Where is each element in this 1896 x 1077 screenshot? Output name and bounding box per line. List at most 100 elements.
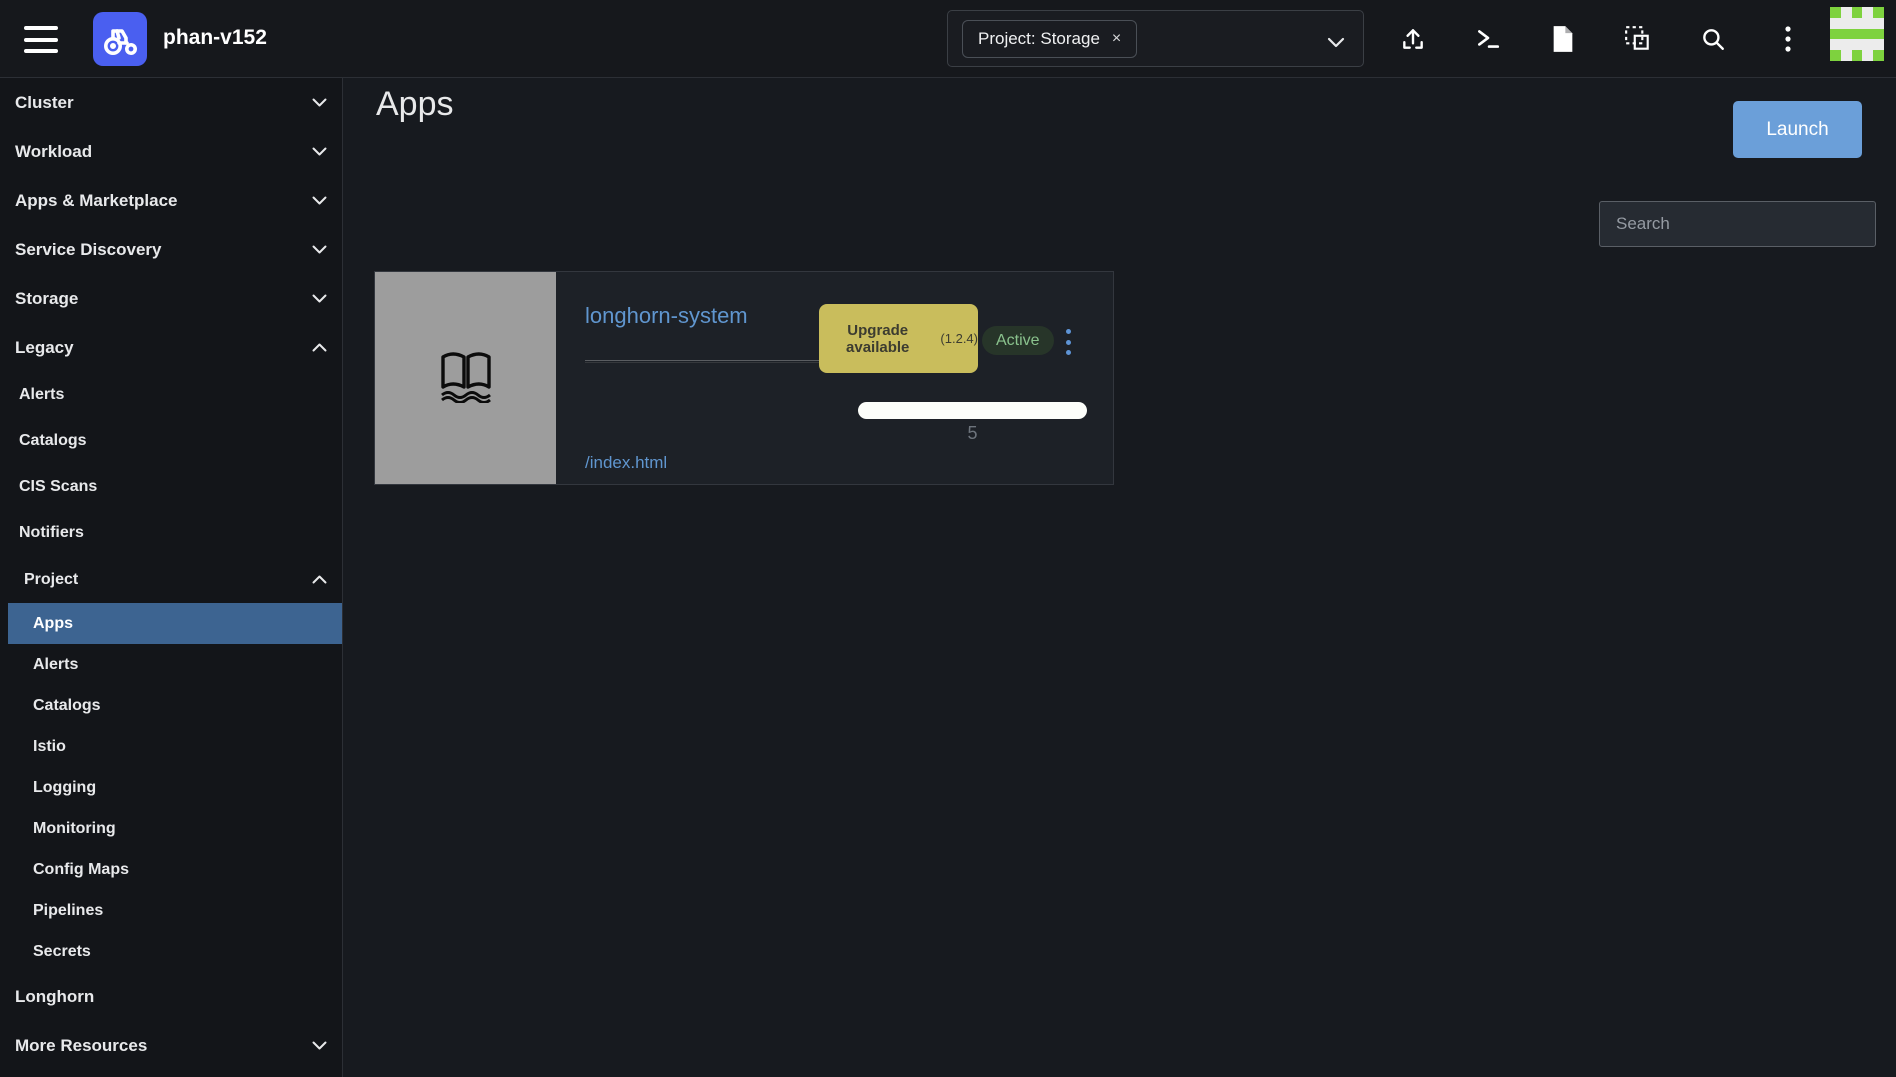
avatar-cell <box>1862 39 1873 50</box>
sidebar-item-secrets[interactable]: Secrets <box>0 931 342 972</box>
upload-icon[interactable] <box>1375 11 1450 67</box>
chevron-down-icon <box>312 245 327 254</box>
avatar-cell <box>1830 18 1841 29</box>
sidebar-item-label: Logging <box>33 779 96 797</box>
avatar-cell <box>1862 18 1873 29</box>
sidebar-item-label: Istio <box>33 738 66 756</box>
avatar-cell <box>1841 29 1852 40</box>
avatar-cell <box>1852 29 1863 40</box>
avatar-cell <box>1873 7 1884 18</box>
avatar-cell <box>1852 7 1863 18</box>
sidebar-item-catalogs[interactable]: Catalogs <box>0 418 342 464</box>
sidebar-item-longhorn[interactable]: Longhorn <box>0 972 342 1021</box>
user-avatar[interactable] <box>1830 7 1884 61</box>
chevron-down-icon <box>312 147 327 156</box>
avatar-cell <box>1873 50 1884 61</box>
avatar-cell <box>1852 39 1863 50</box>
sidebar-item-label: Pipelines <box>33 902 103 920</box>
replica-progress-bar <box>858 402 1087 419</box>
project-namespace-dropdown[interactable]: Project: Storage × <box>947 10 1364 67</box>
sidebar-item-alerts[interactable]: Alerts <box>0 372 342 418</box>
sidebar-item-storage[interactable]: Storage <box>0 274 342 323</box>
sidebar-item-istio[interactable]: Istio <box>0 726 342 767</box>
avatar-cell <box>1830 50 1841 61</box>
app-endpoint-link[interactable]: /index.html <box>585 453 667 473</box>
app-card-body: longhorn-system Upgrade available (1.2.4… <box>556 272 1113 484</box>
launch-button[interactable]: Launch <box>1733 101 1862 158</box>
sidebar-item-label: Longhorn <box>15 987 94 1007</box>
sidebar-item-logging[interactable]: Logging <box>0 767 342 808</box>
upgrade-available-button[interactable]: Upgrade available (1.2.4) <box>819 304 978 373</box>
avatar-cell <box>1841 39 1852 50</box>
search-input[interactable] <box>1599 201 1876 247</box>
replica-count: 5 <box>858 423 1087 444</box>
project-filter-label: Project: Storage <box>978 29 1100 49</box>
sidebar-item-label: Service Discovery <box>15 240 162 260</box>
avatar-cell <box>1830 7 1841 18</box>
app-kebab-icon[interactable] <box>1056 329 1080 355</box>
app-name-link[interactable]: longhorn-system <box>585 303 748 329</box>
avatar-cell <box>1862 50 1873 61</box>
chevron-up-icon <box>312 343 327 352</box>
sidebar-item-label: Project <box>24 571 78 589</box>
side-navigation: Cluster Workload Apps & Marketplace Service… <box>0 78 343 1077</box>
file-icon[interactable] <box>1525 11 1600 67</box>
avatar-cell <box>1841 50 1852 61</box>
copy-icon[interactable] <box>1600 11 1675 67</box>
sidebar-item-label: Catalogs <box>33 697 101 715</box>
page-title: Apps <box>376 85 454 124</box>
tractor-logo-icon[interactable] <box>93 12 147 66</box>
chevron-down-icon <box>312 98 327 107</box>
chevron-up-icon <box>312 575 327 584</box>
sidebar-item-more-resources[interactable]: More Resources <box>0 1021 342 1070</box>
terminal-icon[interactable] <box>1450 11 1525 67</box>
chevron-down-icon <box>312 196 327 205</box>
sidebar-item-notifiers[interactable]: Notifiers <box>0 510 342 556</box>
avatar-cell <box>1862 7 1873 18</box>
upgrade-version: (1.2.4) <box>940 331 978 346</box>
app-card: longhorn-system Upgrade available (1.2.4… <box>374 271 1114 485</box>
chevron-down-icon <box>312 294 327 303</box>
status-badge: Active <box>982 326 1054 355</box>
avatar-cell <box>1830 39 1841 50</box>
sidebar-item-label: Apps <box>33 615 73 633</box>
avatar-cell <box>1873 29 1884 40</box>
sidebar-item-label: Workload <box>15 142 92 162</box>
sidebar-item-legacy[interactable]: Legacy <box>0 323 342 372</box>
sidebar-item-label: Notifiers <box>19 524 84 542</box>
sidebar-item-project[interactable]: Project <box>0 556 342 603</box>
chevron-down-icon <box>312 1041 327 1050</box>
avatar-cell <box>1830 29 1841 40</box>
search-icon[interactable] <box>1675 11 1750 67</box>
sidebar-item-catalogs[interactable]: Catalogs <box>0 685 342 726</box>
avatar-cell <box>1841 7 1852 18</box>
sidebar-item-cluster[interactable]: Cluster <box>0 78 342 127</box>
chevron-down-icon <box>1327 35 1345 53</box>
top-header: phan-v152 Project: Storage × <box>0 0 1896 78</box>
sidebar-item-apps[interactable]: Apps <box>8 603 342 644</box>
sidebar-item-label: Apps & Marketplace <box>15 191 178 211</box>
header-action-icons <box>1375 11 1825 67</box>
avatar-cell <box>1873 39 1884 50</box>
sidebar-item-cis-scans[interactable]: CIS Scans <box>0 464 342 510</box>
sidebar-item-label: Storage <box>15 289 78 309</box>
sidebar-item-apps-marketplace[interactable]: Apps & Marketplace <box>0 176 342 225</box>
avatar-cell <box>1862 29 1873 40</box>
menu-icon[interactable] <box>24 26 58 53</box>
sidebar-item-label: Secrets <box>33 943 91 961</box>
sidebar-item-service-discovery[interactable]: Service Discovery <box>0 225 342 274</box>
close-icon[interactable]: × <box>1112 31 1121 47</box>
sidebar-item-config-maps[interactable]: Config Maps <box>0 849 342 890</box>
avatar-cell <box>1852 18 1863 29</box>
sidebar-item-label: Cluster <box>15 93 74 113</box>
sidebar-item-monitoring[interactable]: Monitoring <box>0 808 342 849</box>
sidebar-item-label: Legacy <box>15 338 74 358</box>
sidebar-item-alerts[interactable]: Alerts <box>0 644 342 685</box>
sidebar-item-pipelines[interactable]: Pipelines <box>0 890 342 931</box>
project-filter-chip[interactable]: Project: Storage × <box>962 20 1137 58</box>
app-thumbnail <box>375 272 556 484</box>
avatar-cell <box>1841 18 1852 29</box>
sidebar-item-workload[interactable]: Workload <box>0 127 342 176</box>
kebab-icon[interactable] <box>1750 11 1825 67</box>
avatar-cell <box>1852 50 1863 61</box>
